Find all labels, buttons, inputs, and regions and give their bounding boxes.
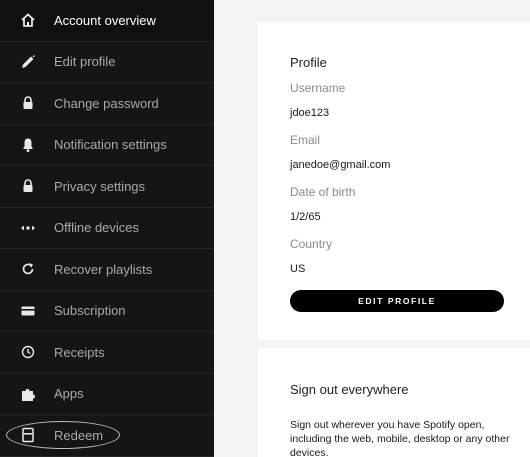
sidebar-item-receipts[interactable]: Receipts [0,332,214,374]
sidebar-item-label: Notification settings [54,137,167,153]
sidebar-item-label: Subscription [54,303,126,319]
lock-icon [18,176,38,196]
username-label: Username [290,81,346,95]
devices-icon [18,218,38,238]
sidebar-item-offline-devices[interactable]: Offline devices [0,208,214,249]
country-label: Country [290,237,333,251]
sidebar-item-label: Privacy settings [54,178,146,194]
sidebar-item-recover-playlists[interactable]: Recover playlists [0,249,214,291]
main-content: Profile Username jdoe123 Email janedoe@g… [214,0,530,457]
lock-icon [18,93,38,113]
signout-card: Sign out everywhere Sign out wherever yo… [258,348,530,457]
email-label: Email [290,133,321,147]
home-icon [18,10,38,30]
puzzle-icon [18,384,38,404]
sidebar-item-privacy-settings[interactable]: Privacy settings [0,166,214,208]
country-value: US [290,263,306,275]
date-of-birth-value: 1/2/65 [290,211,321,223]
signout-description: Sign out wherever you have Spotify open,… [290,419,510,457]
sidebar-nav: Account overview Edit profile Change pas… [0,0,214,457]
sidebar-item-label: Redeem [54,427,104,443]
sidebar-item-account-overview[interactable]: Account overview [0,0,214,42]
clock-icon [18,342,38,362]
sidebar-item-apps[interactable]: Apps [0,374,214,415]
sidebar-item-label: Recover playlists [54,261,153,277]
signout-section-title: Sign out everywhere [290,382,409,397]
sidebar-item-label: Receipts [54,344,105,360]
bell-icon [18,135,38,155]
email-value: janedoe@gmail.com [290,159,391,171]
sidebar-item-label: Account overview [54,12,156,28]
refresh-icon [18,259,38,279]
sidebar-item-label: Edit profile [54,54,116,70]
sidebar-item-subscription[interactable]: Subscription [0,291,214,332]
profile-card: Profile Username jdoe123 Email janedoe@g… [258,22,530,340]
sidebar-item-label: Offline devices [54,220,140,236]
sidebar-item-redeem[interactable]: Redeem [0,415,214,457]
profile-section-title: Profile [290,55,327,70]
sidebar-item-change-password[interactable]: Change password [0,83,214,125]
sidebar-item-notification-settings[interactable]: Notification settings [0,125,214,166]
account-page: Account overview Edit profile Change pas… [0,0,530,457]
date-of-birth-label: Date of birth [290,185,356,199]
gift-card-icon [18,425,38,445]
sidebar-item-label: Change password [54,95,159,111]
edit-profile-button[interactable]: EDIT PROFILE [290,290,504,312]
sidebar-item-label: Apps [54,386,84,402]
card-icon [18,301,38,321]
pencil-icon [18,52,38,72]
sidebar-item-edit-profile[interactable]: Edit profile [0,42,214,83]
username-value: jdoe123 [290,107,330,119]
